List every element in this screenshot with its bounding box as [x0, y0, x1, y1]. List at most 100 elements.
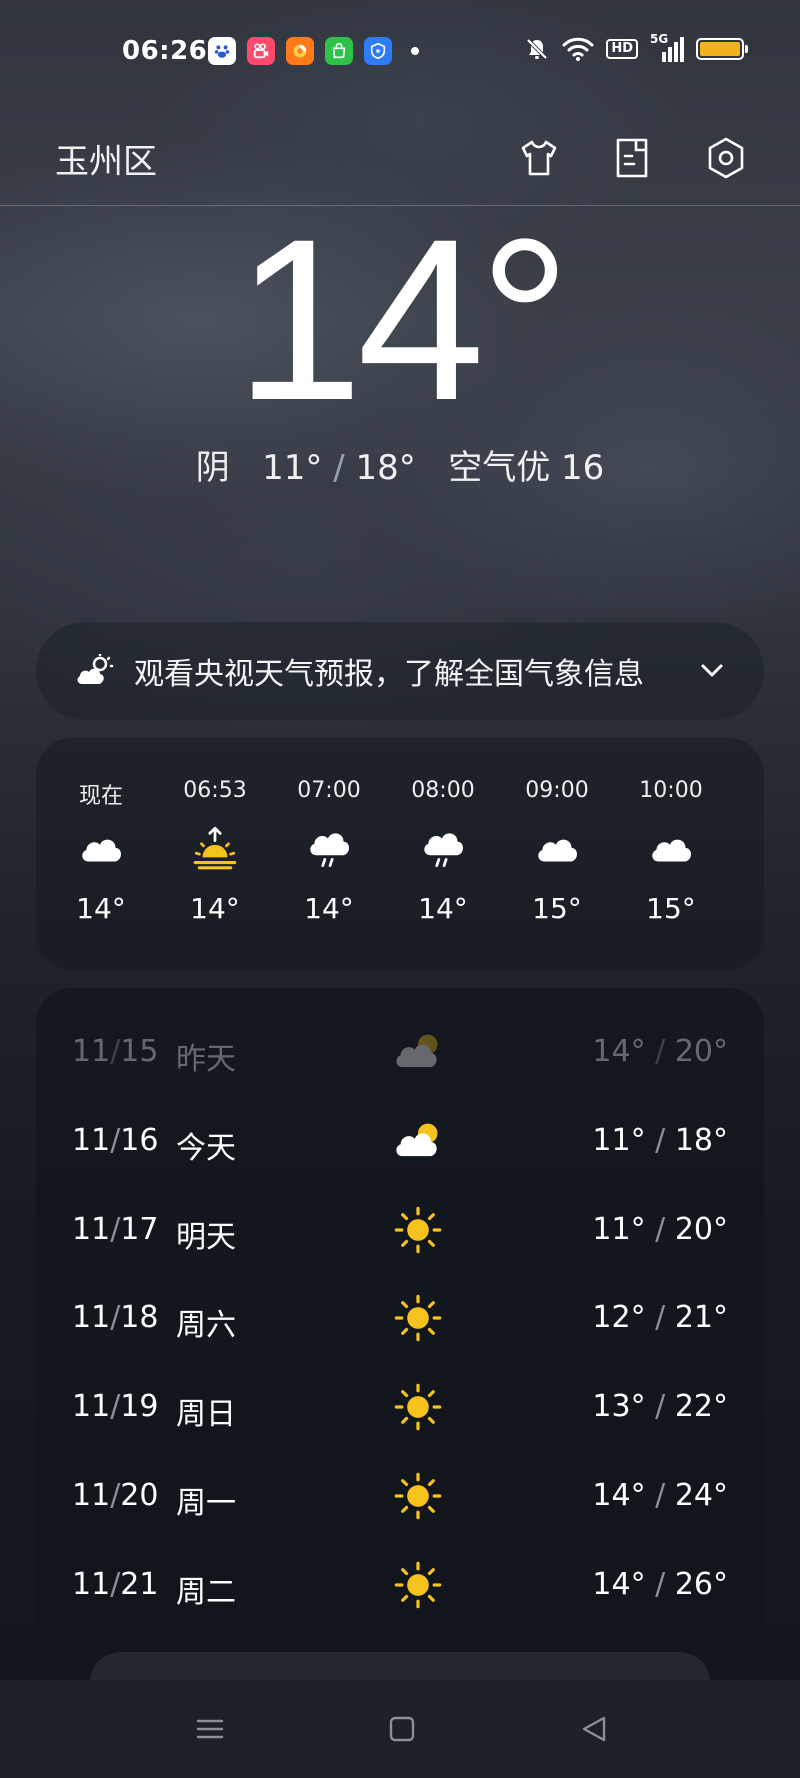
day-low: 12° [592, 1300, 646, 1335]
hour-time: 现在 [78, 784, 123, 809]
hour-time: 09:00 [525, 778, 589, 803]
day-name: 周二 [176, 1575, 236, 1610]
day-temp-range: 14° / 24° [592, 1478, 728, 1513]
hourly-item: 09:00 15° [492, 738, 622, 970]
menu-icon [196, 1719, 224, 1739]
rain-icon [264, 824, 394, 874]
day-day: 19 [120, 1389, 159, 1424]
settings-icon [708, 137, 744, 179]
day-month: 11 [72, 1212, 111, 1247]
hour-temp: 14° [76, 892, 126, 925]
notes-icon [616, 138, 648, 178]
weather-summary: 阴 11° / 18° 空气优 16 [0, 440, 800, 489]
daily-row[interactable]: 11/20 周一 14° / 24° [36, 1466, 764, 1526]
day-date: 11/20 [72, 1478, 159, 1513]
day-day: 15 [120, 1034, 159, 1069]
day-date: 11/16 [72, 1123, 159, 1158]
day-name: 周日 [176, 1397, 236, 1432]
daily-row[interactable]: 11/18 周六 12° / 21° [36, 1288, 764, 1348]
day-high: 22° [674, 1389, 728, 1424]
day-low: 13° [592, 1389, 646, 1424]
chevron-down-icon[interactable] [698, 657, 726, 685]
hour-time: 10:00 [639, 778, 703, 803]
day-date: 11/17 [72, 1212, 159, 1247]
hour-temp: 15° [646, 892, 696, 925]
daily-row[interactable]: 11/17 明天 11° / 20° [36, 1200, 764, 1260]
hourly-item: 08:00 14° [378, 738, 508, 970]
sun-icon [392, 1204, 444, 1256]
sun-icon [392, 1559, 444, 1611]
day-temp-range: 11° / 20° [592, 1212, 728, 1247]
rain-icon [378, 824, 508, 874]
day-day: 20 [120, 1478, 159, 1513]
daily-row[interactable]: 11/16 今天 11° / 18° [36, 1111, 764, 1171]
hourly-item: 现在 14° [36, 738, 166, 970]
sun-icon [392, 1381, 444, 1433]
banner-text: 观看央视天气预报，了解全国气象信息 [134, 657, 644, 692]
location-name[interactable]: 玉州区 [55, 134, 157, 183]
theme-button[interactable] [511, 130, 567, 186]
status-app-icons [208, 37, 392, 65]
hourly-item: 10:00 15° [606, 738, 736, 970]
hour-temp: 14° [418, 892, 468, 925]
day-name: 周一 [176, 1486, 236, 1521]
day-day: 21 [120, 1567, 159, 1602]
daily-row[interactable]: 11/19 周日 13° / 22° [36, 1377, 764, 1437]
kuaishou-app-icon [247, 37, 275, 65]
day-low: 11° [592, 1212, 646, 1247]
day-name: 昨天 [176, 1042, 236, 1077]
day-month: 11 [72, 1567, 111, 1602]
daily-row[interactable]: 11/21 周二 14° / 26° [36, 1555, 764, 1615]
air-quality[interactable]: 空气优 16 [448, 448, 604, 488]
hour-time: 06:53 [183, 778, 247, 803]
day-date: 11/18 [72, 1300, 159, 1335]
back-nav-button[interactable] [573, 1708, 615, 1750]
hour-temp: 15° [532, 892, 582, 925]
sun-icon [392, 1470, 444, 1522]
notes-button[interactable] [604, 130, 660, 186]
shirt-icon [521, 140, 557, 176]
partly-cloudy-icon [77, 654, 114, 684]
day-temp-range: 14° / 20° [592, 1034, 728, 1069]
hourly-forecast[interactable]: 现在 14° 06:53 14° 07:00 14° 08:00 14° 09:… [36, 738, 764, 970]
back-triangle-icon [582, 1716, 606, 1742]
cell-signal-icon: 5G [650, 32, 684, 62]
sun-icon [392, 1292, 444, 1344]
wifi-icon [562, 37, 594, 61]
battery-fill [700, 42, 740, 56]
day-date: 11/21 [72, 1567, 159, 1602]
hour-temp: 14° [190, 892, 240, 925]
day-name: 今天 [176, 1131, 236, 1166]
day-temp-range: 13° / 22° [592, 1389, 728, 1424]
cloud-icon [36, 824, 166, 874]
battery-icon [696, 38, 748, 60]
cloud-icon [492, 824, 622, 874]
day-temp-range: 12° / 21° [592, 1300, 728, 1335]
cloud-icon [606, 824, 736, 874]
partly-cloudy-icon [392, 1026, 444, 1078]
day-month: 11 [72, 1478, 111, 1513]
navigation-bar [0, 1680, 800, 1778]
settings-button[interactable] [698, 130, 754, 186]
condition-text: 阴 [195, 448, 230, 488]
home-nav-button[interactable] [381, 1708, 423, 1750]
partly-cloudy-icon [392, 1115, 444, 1167]
day-high: 26° [674, 1567, 728, 1602]
forecast-video-banner[interactable]: 观看央视天气预报，了解全国气象信息 [36, 622, 764, 720]
hour-time: 08:00 [411, 778, 475, 803]
day-month: 11 [72, 1300, 111, 1335]
menu-nav-button[interactable] [189, 1708, 231, 1750]
day-high: 20° [674, 1034, 728, 1069]
baidu-app-icon [208, 37, 236, 65]
day-day: 18 [120, 1300, 159, 1335]
mute-icon [526, 38, 548, 60]
temp-separator: / [333, 448, 345, 488]
day-low: 14° [592, 1478, 646, 1513]
firefox-app-icon [286, 37, 314, 65]
day-name: 周六 [176, 1308, 236, 1343]
daily-forecast[interactable]: 11/15 昨天 14° / 20° 11/16 今天 11° / 18° 11… [36, 988, 764, 1688]
day-high: 20° [674, 1212, 728, 1247]
day-high: 18° [674, 1123, 728, 1158]
daily-row[interactable]: 11/15 昨天 14° / 20° [36, 1022, 764, 1082]
network-type-label: 5G [650, 32, 669, 46]
